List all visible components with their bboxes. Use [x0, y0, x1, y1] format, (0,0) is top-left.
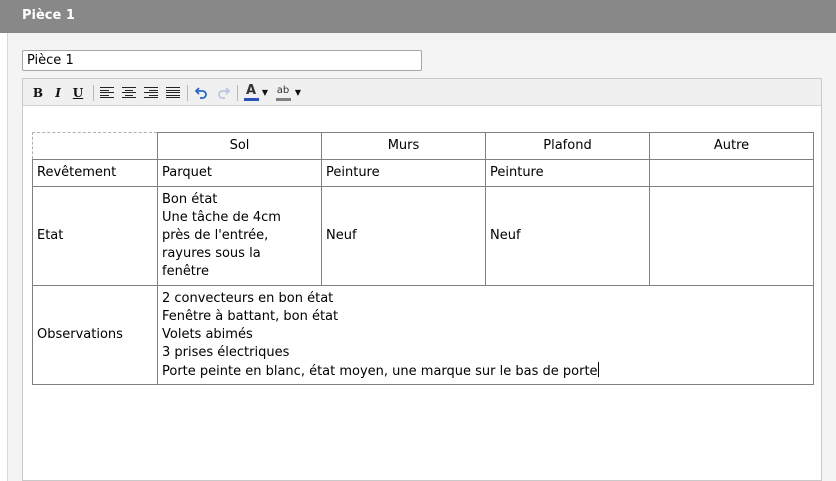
font-color-swatch	[243, 98, 259, 101]
rich-text-editor[interactable]: B I U A ▼ ab ▼ Sol Murs Plafond Autre Re…	[22, 78, 822, 481]
align-right-button[interactable]	[143, 83, 159, 102]
highlight-swatch	[275, 97, 291, 101]
align-justify-icon	[166, 87, 180, 98]
undo-button[interactable]	[193, 83, 209, 102]
highlight-color-dropdown[interactable]: ▼	[294, 83, 302, 102]
align-center-button[interactable]	[121, 83, 137, 102]
cell-etat-autre[interactable]	[649, 186, 814, 286]
cell-revetement-sol[interactable]: Parquet	[157, 159, 322, 187]
italic-button[interactable]: I	[51, 83, 65, 102]
cell-line-with-cursor: Porte peinte en blanc, état moyen, une m…	[162, 361, 809, 381]
row-label-etat[interactable]: Etat	[32, 186, 158, 286]
cell-revetement-murs[interactable]: Peinture	[321, 159, 486, 187]
room-header: Pièce 1	[0, 0, 836, 33]
underline-icon: U	[72, 85, 84, 100]
room-name-input[interactable]	[22, 50, 422, 71]
table-header-row: Sol Murs Plafond Autre	[32, 132, 814, 160]
cell-line: 3 prises électriques	[162, 344, 290, 360]
cell-line: Bon état	[162, 192, 218, 207]
row-label-revetement[interactable]: Revêtement	[32, 159, 158, 187]
table-row: Etat Bon état Une tâche de 4cm près de l…	[32, 186, 814, 286]
room-header-title: Pièce 1	[22, 8, 75, 23]
table-row: Revêtement Parquet Peinture Peinture	[32, 159, 814, 187]
text-cursor	[597, 361, 599, 377]
toolbar-separator	[187, 85, 188, 101]
cell-line: Volets abimés	[162, 326, 253, 342]
chevron-down-icon: ▼	[261, 88, 269, 97]
cell-etat-sol[interactable]: Bon état Une tâche de 4cm près de l'entr…	[157, 186, 322, 286]
editor-content[interactable]: Sol Murs Plafond Autre Revêtement Parque…	[32, 132, 814, 385]
header-murs[interactable]: Murs	[321, 132, 486, 160]
font-color-button[interactable]: A	[242, 83, 260, 102]
align-right-icon	[144, 87, 158, 98]
highlight-icon: ab	[276, 84, 290, 96]
cell-etat-plafond[interactable]: Neuf	[485, 186, 650, 286]
font-color-icon: A	[245, 83, 257, 98]
toolbar-separator	[93, 85, 94, 101]
cell-observations[interactable]: 2 convecteurs en bon état Fenêtre à batt…	[157, 285, 814, 385]
toolbar-separator	[237, 85, 238, 101]
cell-line: 2 convecteurs en bon état	[162, 290, 334, 306]
align-justify-button[interactable]	[165, 83, 181, 102]
header-autre[interactable]: Autre	[649, 132, 814, 160]
cell-line: près de l'entrée,	[162, 228, 269, 243]
cell-line: Fenêtre à battant, bon état	[162, 308, 339, 324]
underline-button[interactable]: U	[71, 83, 85, 102]
cell-line: Une tâche de 4cm	[162, 210, 281, 225]
row-label-observations[interactable]: Observations	[32, 285, 158, 385]
bold-button[interactable]: B	[31, 83, 45, 102]
cell-revetement-autre[interactable]	[649, 159, 814, 187]
bold-icon: B	[32, 85, 44, 100]
cell-line: Porte peinte en blanc, état moyen, une m…	[162, 363, 598, 379]
header-plafond[interactable]: Plafond	[485, 132, 650, 160]
font-color-dropdown[interactable]: ▼	[261, 83, 269, 102]
room-table: Sol Murs Plafond Autre Revêtement Parque…	[32, 132, 814, 385]
highlight-color-button[interactable]: ab	[273, 83, 293, 102]
align-left-button[interactable]	[99, 83, 115, 102]
redo-button[interactable]	[215, 83, 231, 102]
undo-icon	[194, 87, 207, 99]
cell-line: rayures sous la	[162, 246, 261, 261]
redo-icon	[217, 87, 230, 99]
chevron-down-icon: ▼	[294, 88, 302, 97]
cell-revetement-plafond[interactable]: Peinture	[485, 159, 650, 187]
cell-etat-murs[interactable]: Neuf	[321, 186, 486, 286]
cell-line: fenêtre	[162, 264, 209, 279]
editor-toolbar: B I U A ▼ ab ▼	[23, 79, 821, 106]
align-center-icon	[122, 87, 136, 98]
align-left-icon	[100, 87, 114, 98]
table-corner-cell[interactable]	[32, 132, 158, 160]
table-row: Observations 2 convecteurs en bon état F…	[32, 285, 814, 385]
header-sol[interactable]: Sol	[157, 132, 322, 160]
italic-icon: I	[55, 85, 61, 100]
